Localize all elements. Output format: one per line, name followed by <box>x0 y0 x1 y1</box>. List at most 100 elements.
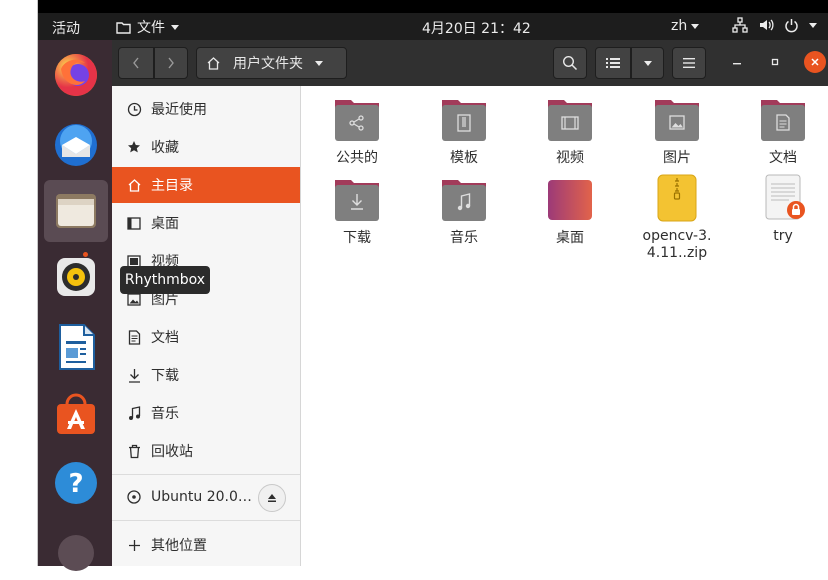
top-panel: 活动 文件 4月20日 21：42 zh <box>38 13 828 40</box>
file-name: try <box>773 228 793 244</box>
folder-picture-icon <box>653 96 701 144</box>
sidebar-item-label: Ubuntu 20.0… <box>151 489 252 505</box>
sidebar-item-desktop[interactable]: 桌面 <box>112 205 300 241</box>
eject-button[interactable] <box>258 484 286 512</box>
sidebar-item-label: 其他位置 <box>151 538 207 554</box>
location-label: 用户文件夹 <box>233 56 303 72</box>
file-name: 桌面 <box>556 230 584 246</box>
dock-show-apps[interactable] <box>44 518 108 580</box>
sidebar-item-label: 最近使用 <box>151 102 207 118</box>
file-item-opencv-zip[interactable]: opencv-3.4.11..zip <box>627 174 727 262</box>
restore-icon <box>771 58 779 66</box>
dock-thunderbird[interactable] <box>44 114 108 176</box>
dock-writer[interactable] <box>44 316 108 378</box>
window-background <box>0 0 38 566</box>
libreoffice-writer-icon <box>59 324 95 370</box>
file-name: 文档 <box>769 150 797 166</box>
folder-icon <box>116 21 131 34</box>
file-item-try[interactable]: try <box>733 174 828 245</box>
sidebar-item-home[interactable]: 主目录 <box>112 167 300 203</box>
search-button[interactable] <box>553 47 587 79</box>
screen-top-edge <box>38 0 828 13</box>
ubuntu-software-icon <box>57 393 95 434</box>
dock-files[interactable] <box>44 180 108 242</box>
sidebar-item-label: 收藏 <box>151 140 179 156</box>
chevron-down-icon <box>809 22 817 28</box>
picture-icon <box>126 292 142 306</box>
file-item-templates[interactable]: 模板 <box>414 96 514 167</box>
sidebar-item-label: 下载 <box>151 368 179 384</box>
search-icon <box>562 55 578 71</box>
home-icon <box>126 178 142 192</box>
close-icon <box>811 58 819 66</box>
disc-icon <box>126 490 142 504</box>
file-item-desktop[interactable]: 桌面 <box>520 176 620 247</box>
locked-text-file-icon <box>759 174 807 222</box>
file-item-documents[interactable]: 文档 <box>733 96 828 167</box>
clock[interactable]: 4月20日 21：42 <box>422 18 531 38</box>
file-name: opencv-3.4.11..zip <box>642 228 712 261</box>
input-method-button[interactable]: zh <box>671 18 700 34</box>
folder-template-icon <box>440 96 488 144</box>
dock-rhythmbox[interactable] <box>44 246 108 308</box>
files-icon <box>56 194 96 228</box>
power-icon <box>785 18 798 32</box>
dock: ? <box>38 40 112 571</box>
minimize-icon <box>733 63 741 65</box>
sidebar-item-drive[interactable]: Ubuntu 20.0… <box>112 479 262 515</box>
minimize-button[interactable] <box>726 51 748 73</box>
dock-firefox[interactable] <box>44 44 108 106</box>
file-name: 图片 <box>663 150 691 166</box>
sidebar-item-recent[interactable]: 最近使用 <box>112 91 300 127</box>
dock-tooltip: Rhythmbox <box>120 266 210 294</box>
chevron-down-icon <box>643 60 652 66</box>
chevron-right-icon <box>168 57 174 69</box>
sidebar-item-label: 桌面 <box>151 216 179 232</box>
location-bar[interactable]: 用户文件夹 <box>196 47 347 79</box>
activities-button[interactable]: 活动 <box>52 18 80 38</box>
star-icon <box>126 140 142 154</box>
maximize-button[interactable] <box>764 51 786 73</box>
svg-text:?: ? <box>68 469 83 499</box>
sidebar-item-label: 回收站 <box>151 444 193 460</box>
sidebar-item-label: 音乐 <box>151 406 179 422</box>
file-name: 音乐 <box>450 230 478 246</box>
desktop-icon <box>126 216 142 230</box>
file-name: 公共的 <box>336 150 378 166</box>
network-icon <box>732 17 748 33</box>
list-view-icon <box>606 58 620 68</box>
download-icon <box>126 368 142 383</box>
sidebar-item-starred[interactable]: 收藏 <box>112 129 300 165</box>
file-item-videos[interactable]: 视频 <box>520 96 620 167</box>
hamburger-icon <box>683 58 695 68</box>
file-item-public[interactable]: 公共的 <box>307 96 407 167</box>
sidebar-item-documents[interactable]: 文档 <box>112 319 300 355</box>
sidebar-item-other-locations[interactable]: 其他位置 <box>112 527 300 563</box>
app-grid-icon <box>58 535 94 571</box>
system-menu-button[interactable] <box>732 17 817 33</box>
view-options-button[interactable] <box>631 47 664 79</box>
file-item-music[interactable]: 音乐 <box>414 176 514 247</box>
dock-software[interactable] <box>44 384 108 446</box>
close-button[interactable] <box>804 51 826 73</box>
trash-icon <box>126 444 142 459</box>
folder-music-icon <box>440 176 488 224</box>
sidebar-item-music[interactable]: 音乐 <box>112 395 300 431</box>
file-name: 视频 <box>556 150 584 166</box>
folder-download-icon <box>333 176 381 224</box>
view-list-button[interactable] <box>595 47 631 79</box>
back-button[interactable] <box>118 47 154 79</box>
folder-video-icon <box>546 96 594 144</box>
chevron-down-icon <box>315 60 323 66</box>
sidebar-item-downloads[interactable]: 下载 <box>112 357 300 393</box>
app-menu-button[interactable]: 文件 <box>116 17 179 37</box>
menu-button[interactable] <box>672 47 706 79</box>
dock-help[interactable]: ? <box>44 452 108 514</box>
chevron-down-icon <box>691 23 700 29</box>
file-item-downloads[interactable]: 下载 <box>307 176 407 247</box>
file-item-pictures[interactable]: 图片 <box>627 96 727 167</box>
sidebar-item-trash[interactable]: 回收站 <box>112 433 300 469</box>
forward-button[interactable] <box>154 47 188 79</box>
home-icon <box>207 57 220 70</box>
rhythmbox-icon <box>57 258 95 296</box>
